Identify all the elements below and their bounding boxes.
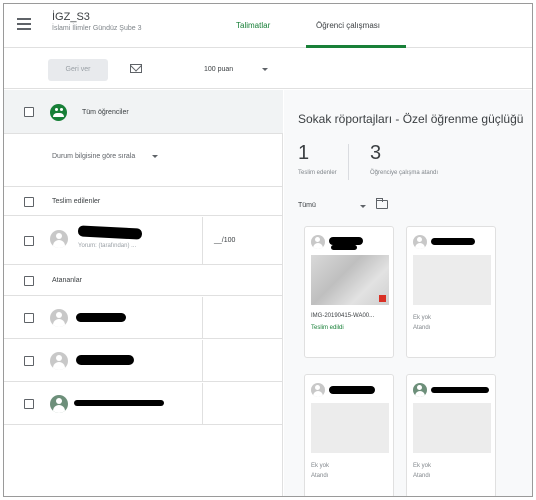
no-attachment-text: Ek yok	[413, 315, 432, 321]
submission-card[interactable]: IMG-20190415-WA00... Teslim edildi	[304, 226, 394, 358]
table-row[interactable]	[4, 340, 283, 382]
class-title[interactable]: İGZ_S3	[52, 11, 90, 23]
table-row[interactable]	[4, 383, 283, 425]
student-checkbox[interactable]	[24, 399, 34, 409]
student-checkbox[interactable]	[24, 236, 34, 246]
submission-card[interactable]: Ek yok Atandı	[406, 226, 496, 358]
no-attachment-text: Ek yok	[413, 463, 432, 469]
assigned-section: Atananlar	[4, 266, 283, 296]
attachment-thumbnail	[413, 403, 491, 453]
avatar	[311, 383, 325, 397]
turned-in-label: Teslim edilenler	[52, 198, 101, 205]
turned-in-section: Teslim edilenler	[4, 186, 283, 216]
sort-row: Durum bilgisine göre sırala	[4, 134, 283, 178]
assignment-title: Sokak röportajları - Özel öğrenme güçlüğ…	[298, 112, 524, 126]
redacted-name	[431, 238, 475, 245]
chevron-down-icon[interactable]	[262, 68, 268, 71]
grade-divider	[202, 297, 203, 338]
redacted-name	[76, 355, 134, 365]
grade-divider	[202, 383, 203, 424]
app-window: İGZ_S3 İslami İlimler Gündüz Şube 3 Tali…	[3, 3, 533, 497]
top-bar: İGZ_S3 İslami İlimler Gündüz Şube 3 Tali…	[4, 4, 532, 48]
assignment-panel: Sokak röportajları - Özel öğrenme güçlüğ…	[284, 90, 532, 496]
assigned-count-label: Öğrenciye çalışma atandı	[370, 170, 439, 176]
avatar	[50, 352, 68, 370]
turned-in-count-label: Teslim edenler	[298, 170, 337, 176]
email-icon[interactable]	[130, 64, 142, 73]
turned-in-count[interactable]: 1	[298, 142, 309, 165]
tab-instructions[interactable]: Talimatlar	[236, 21, 270, 30]
redacted-name	[74, 400, 164, 406]
image-file-icon	[379, 295, 386, 302]
submission-card[interactable]: Ek yok Atandı	[406, 374, 496, 496]
attachment-file-name[interactable]: IMG-20190415-WA00...	[311, 313, 374, 319]
student-checkbox[interactable]	[24, 356, 34, 366]
redacted-name	[431, 387, 489, 393]
folder-icon[interactable]	[376, 198, 388, 209]
grade-divider	[202, 217, 203, 264]
stat-divider	[348, 144, 349, 180]
all-students-checkbox[interactable]	[24, 107, 34, 117]
status-badge: Atandı	[413, 325, 431, 331]
turned-in-checkbox[interactable]	[24, 197, 34, 207]
redacted-name	[329, 386, 375, 394]
redacted-name	[331, 245, 357, 250]
status-badge: Atandı	[413, 473, 431, 479]
active-tab-indicator	[306, 45, 406, 48]
avatar	[50, 309, 68, 327]
hamburger-menu-icon[interactable]	[17, 18, 31, 30]
attachment-thumbnail[interactable]	[311, 255, 389, 305]
redacted-name	[77, 225, 143, 240]
no-attachment-text: Ek yok	[311, 463, 330, 469]
tab-student-work[interactable]: Öğrenci çalışması	[316, 21, 380, 30]
redacted-name	[329, 237, 363, 245]
sort-dropdown[interactable]: Durum bilgisine göre sırala	[52, 153, 135, 160]
chevron-down-icon[interactable]	[152, 155, 158, 158]
return-button[interactable]: Geri ver	[48, 59, 108, 81]
private-comment: Yorum: (tarafından) ...	[78, 243, 137, 249]
status-badge: Atandı	[311, 473, 329, 479]
all-students-row[interactable]: Tüm öğrenciler	[4, 90, 283, 134]
student-checkbox[interactable]	[24, 313, 34, 323]
redacted-name	[76, 313, 126, 322]
assigned-count[interactable]: 3	[370, 142, 381, 165]
attachment-thumbnail	[413, 255, 491, 305]
grade-divider	[202, 340, 203, 381]
grade-input[interactable]: __/100	[214, 237, 235, 244]
table-row[interactable]	[4, 297, 283, 339]
chevron-down-icon[interactable]	[360, 205, 366, 208]
all-students-label: Tüm öğrenciler	[82, 109, 129, 116]
status-badge: Teslim edildi	[311, 325, 344, 331]
avatar	[311, 235, 325, 249]
assigned-checkbox[interactable]	[24, 276, 34, 286]
submission-card[interactable]: Ek yok Atandı	[304, 374, 394, 496]
avatar	[50, 230, 68, 248]
avatar	[413, 235, 427, 249]
avatar	[50, 395, 68, 413]
assigned-label: Atananlar	[52, 277, 82, 284]
filter-dropdown[interactable]: Tümü	[298, 202, 316, 209]
table-row[interactable]: Yorum: (tarafından) ... __/100	[4, 217, 283, 265]
attachment-thumbnail	[311, 403, 389, 453]
class-subtitle: İslami İlimler Gündüz Şube 3	[52, 25, 142, 32]
toolbar: Geri ver 100 puan	[4, 49, 532, 89]
group-icon	[50, 104, 67, 121]
student-list: Tüm öğrenciler Durum bilgisine göre sıra…	[4, 90, 283, 496]
points-dropdown[interactable]: 100 puan	[204, 66, 233, 73]
avatar	[413, 383, 427, 397]
